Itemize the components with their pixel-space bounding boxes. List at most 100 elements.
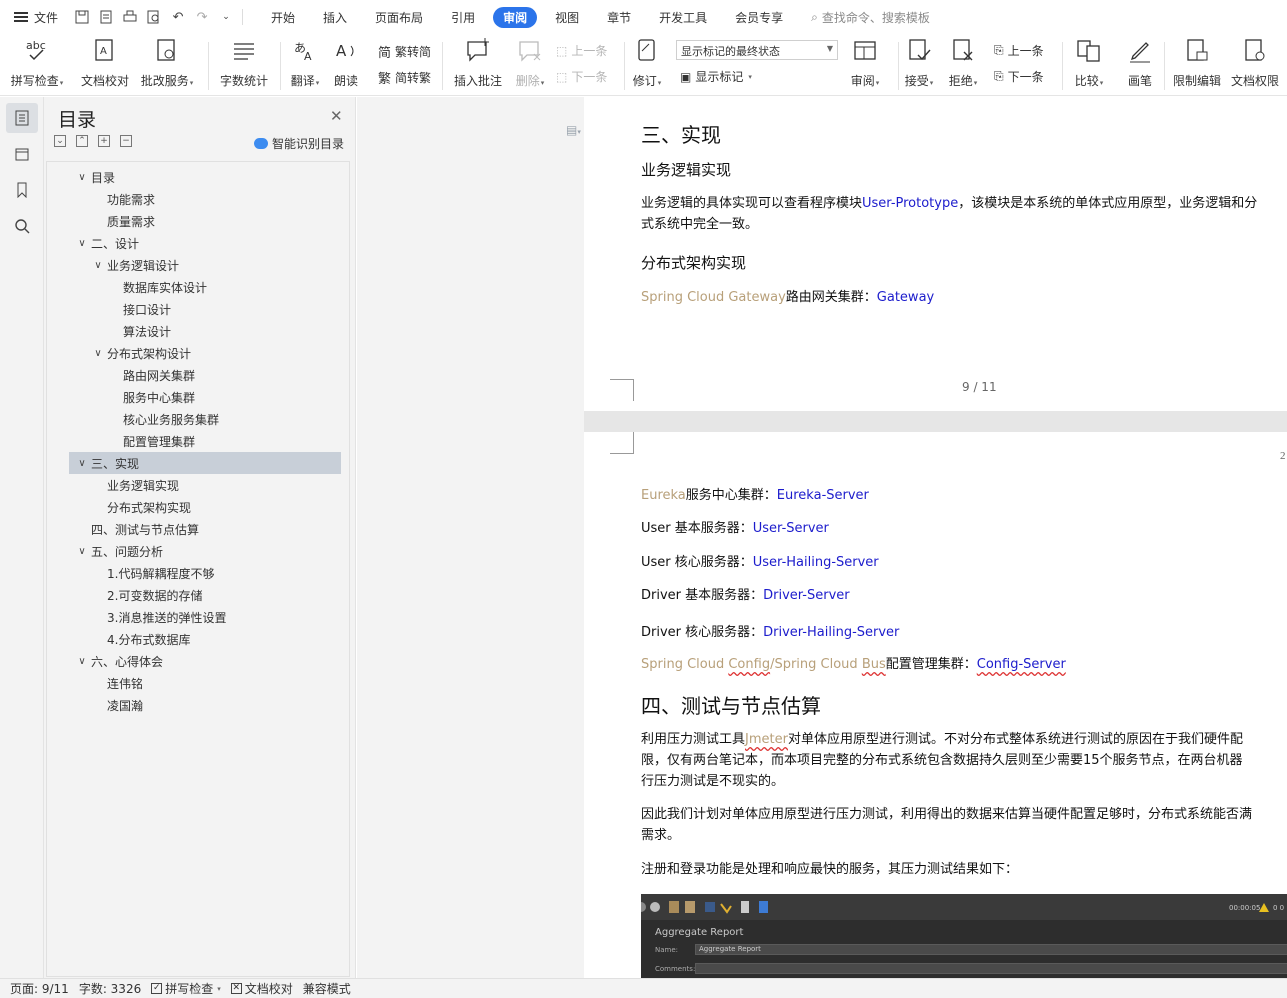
toc-item[interactable]: ∨ 业务逻辑设计 [69, 254, 341, 276]
chevron-down-icon[interactable]: ∨ [75, 458, 89, 469]
proofread-toggle[interactable]: ✕ 文档校对 [230, 980, 293, 997]
toc-item[interactable]: ∨ 二、设计 [69, 232, 341, 254]
chevron-down-icon[interactable]: ∨ [75, 656, 89, 667]
save-icon[interactable] [74, 9, 90, 25]
toc-item[interactable]: 数据库实体设计 [69, 276, 341, 298]
print-icon[interactable] [122, 9, 138, 25]
spell-check-button[interactable]: abc 拼写检查▾ [4, 38, 70, 89]
redo-icon[interactable]: ↷ [194, 9, 210, 25]
prev-comment-button[interactable]: ⬚ 上一条 [556, 42, 607, 59]
document-page-10[interactable]: 2 Eureka服务中心集群：Eureka-Server User 基本服务器：… [584, 432, 1287, 978]
delete-comment-button[interactable]: 删除▾ [497, 38, 563, 89]
add-heading-icon[interactable]: + [98, 135, 110, 147]
eureka-link[interactable]: Eureka-Server [777, 488, 869, 503]
toc-item-label: 2.可变数据的存储 [107, 588, 203, 603]
toc-item[interactable]: 质量需求 [69, 210, 341, 232]
toc-item[interactable]: 四、测试与节点估算 [69, 518, 341, 540]
module-link[interactable]: User-Prototype [862, 196, 958, 211]
tab-3[interactable]: 引用 [441, 7, 485, 28]
toc-item[interactable]: 核心业务服务集群 [69, 408, 341, 430]
toc-item[interactable]: 2.可变数据的存储 [69, 584, 341, 606]
toc-item[interactable]: 凌国瀚 [69, 694, 341, 716]
toc-item[interactable]: ∨ 五、问题分析 [69, 540, 341, 562]
chevron-down-icon[interactable]: ∨ [75, 238, 89, 249]
user-core-link[interactable]: User-Hailing-Server [753, 555, 879, 570]
customize-qa-icon[interactable]: ⌄ [218, 9, 234, 25]
toc-item[interactable]: 连伟铭 [69, 672, 341, 694]
user-basic-link[interactable]: User-Server [753, 521, 829, 536]
tab-2[interactable]: 页面布局 [365, 7, 433, 28]
tab-4[interactable]: 审阅 [493, 6, 538, 28]
toc-item[interactable]: 算法设计 [69, 320, 341, 342]
word-count-indicator[interactable]: 字数: 3326 [79, 980, 141, 997]
driver-core-link[interactable]: Driver-Hailing-Server [763, 625, 899, 640]
tab-1[interactable]: 插入 [313, 7, 357, 28]
simplified-convert-button[interactable]: 繁简转繁 [378, 68, 431, 87]
jmeter-comments-label: Comments: [655, 965, 696, 973]
page-indicator[interactable]: 页面: 9/11 [10, 980, 69, 997]
toc-item[interactable]: ∨ 三、实现 [69, 452, 341, 474]
workspace-gutter [357, 97, 584, 978]
toc-panel-icon[interactable] [6, 103, 38, 133]
user-core-label: User 核心服务器： [641, 555, 753, 570]
undo-icon[interactable]: ↶ [170, 9, 186, 25]
close-icon[interactable]: ✕ [330, 107, 343, 125]
read-aloud-button[interactable]: A 朗读 [313, 38, 379, 89]
search-icon[interactable] [6, 211, 38, 241]
next-change-button[interactable]: ⎘ 下一条 [994, 68, 1044, 85]
toc-item[interactable]: 功能需求 [69, 188, 341, 210]
toc-item[interactable]: ∨ 六、心得体会 [69, 650, 341, 672]
chapter-nav-icon[interactable] [6, 139, 38, 169]
chevron-down-icon[interactable]: ∨ [75, 172, 89, 183]
ribbon-tabs: 开始 插入 页面布局 引用 审阅 视图 章节 开发工具 会员专享 [257, 6, 797, 28]
toc-item[interactable]: 配置管理集群 [69, 430, 341, 452]
document-page-9[interactable]: 三、实现 业务逻辑实现 业务逻辑的具体实现可以查看程序模块User-Protot… [584, 97, 1287, 411]
config-link[interactable]: Config-Server [977, 657, 1066, 672]
batch-service-button[interactable]: 批改服务▾ [134, 38, 200, 89]
gateway-link[interactable]: Gateway [877, 290, 934, 305]
next-comment-button[interactable]: ⬚ 下一条 [556, 68, 607, 85]
tab-7[interactable]: 开发工具 [649, 7, 717, 28]
remove-heading-icon[interactable]: − [120, 135, 132, 147]
tab-5[interactable]: 视图 [545, 7, 589, 28]
traditional-convert-button[interactable]: 简繁转简 [378, 42, 431, 61]
chevron-down-icon[interactable]: ∨ [91, 260, 105, 271]
toc-item[interactable]: ∨ 分布式架构设计 [69, 342, 341, 364]
prev-change-button[interactable]: ⎘ 上一条 [994, 42, 1044, 59]
toc-item[interactable]: 路由网关集群 [69, 364, 341, 386]
toc-item[interactable]: 分布式架构实现 [69, 496, 341, 518]
tab-6[interactable]: 章节 [597, 7, 641, 28]
doc-proofread-button[interactable]: A 文档校对 [72, 38, 138, 89]
spell-check-toggle[interactable]: ✓ 拼写检查 ▾ [151, 980, 221, 997]
toc-item[interactable]: 接口设计 [69, 298, 341, 320]
toc-item[interactable]: ∨ 目录 [69, 166, 341, 188]
reject-button[interactable]: 拒绝▾ [930, 38, 996, 89]
chevron-down-icon[interactable]: ∨ [75, 546, 89, 557]
export-pdf-icon[interactable] [98, 9, 114, 25]
show-markup-button[interactable]: ▣ 显示标记 ▾ [680, 68, 752, 85]
word-count-button[interactable]: 字数统计 [211, 38, 277, 89]
bookmark-icon[interactable] [6, 175, 38, 205]
file-menu[interactable]: 文件 [14, 6, 58, 28]
doc-permission-button[interactable]: 文档权限 [1222, 38, 1287, 89]
doc-structure-icon[interactable]: ▤▾ [566, 123, 581, 137]
chevron-down-icon[interactable]: ∨ [91, 348, 105, 359]
toc-item[interactable]: 4.分布式数据库 [69, 628, 341, 650]
print-preview-icon[interactable] [146, 9, 162, 25]
toc-item-label: 核心业务服务集群 [123, 412, 220, 427]
collapse-all-icon[interactable]: ⌄ [54, 135, 66, 147]
user-core-line: User 核心服务器：User-Hailing-Server [641, 552, 879, 573]
markup-display-select[interactable]: 显示标记的最终状态 ▼ [676, 40, 838, 60]
toc-item[interactable]: 1.代码解耦程度不够 [69, 562, 341, 584]
expand-up-icon[interactable]: ⌃ [76, 135, 88, 147]
tab-0[interactable]: 开始 [261, 7, 305, 28]
toc-item[interactable]: 服务中心集群 [69, 386, 341, 408]
track-changes-button[interactable]: 修订▾ [614, 38, 680, 89]
driver-basic-link[interactable]: Driver-Server [763, 588, 850, 603]
toc-item[interactable]: 业务逻辑实现 [69, 474, 341, 496]
smart-toc-button[interactable]: 智能识别目录 [254, 135, 344, 152]
command-search[interactable]: ⌕ 查找命令、搜索模板 [811, 9, 930, 26]
restrict-edit-button[interactable]: 限制编辑 [1164, 38, 1230, 89]
toc-item[interactable]: 3.消息推送的弹性设置 [69, 606, 341, 628]
tab-8[interactable]: 会员专享 [725, 7, 793, 28]
